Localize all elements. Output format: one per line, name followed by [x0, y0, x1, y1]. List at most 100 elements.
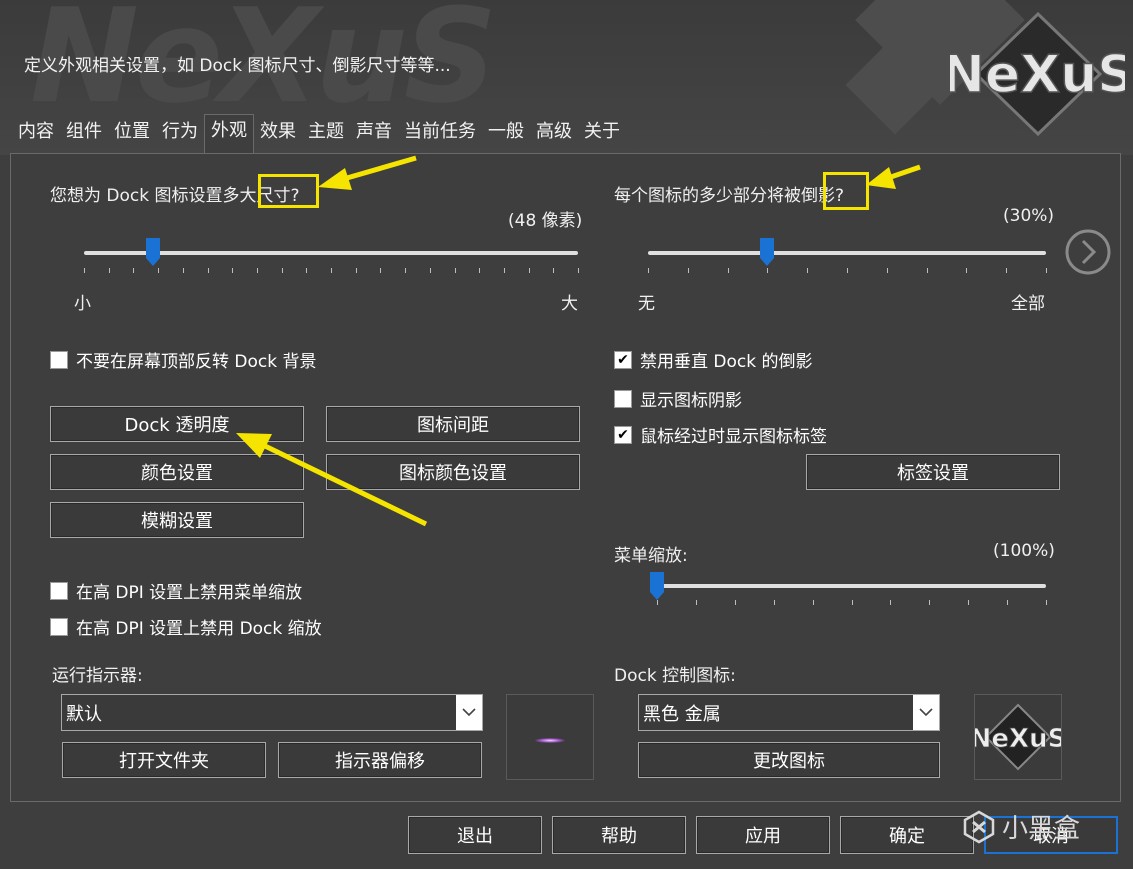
disable-dock-scaling-label: 在高 DPI 设置上禁用 Dock 缩放 [76, 619, 322, 639]
label-settings-button[interactable]: 标签设置 [806, 454, 1060, 490]
indicator-preview [506, 694, 594, 780]
logo-text: NeXuS [975, 724, 1061, 754]
exit-button[interactable]: 退出 [408, 816, 542, 854]
run-indicator-value: 默认 [66, 704, 102, 725]
slider-tick [657, 600, 658, 605]
slider-tick [331, 268, 332, 273]
tab-5[interactable]: 效果 [254, 118, 302, 154]
icon-size-slider-thumb[interactable] [146, 238, 161, 266]
slider-tick [454, 268, 456, 273]
reflection-slider-thumb[interactable] [760, 238, 775, 266]
run-indicator-label: 运行指示器: [52, 666, 143, 686]
show-labels-on-hover-checkbox[interactable]: ✔ 鼠标经过时显示图标标签 [614, 422, 827, 447]
slider-tick [807, 268, 809, 273]
logo-text: NeXuS [950, 45, 1125, 105]
slider-tick [528, 268, 530, 273]
open-folder-button[interactable]: 打开文件夹 [62, 742, 266, 778]
indicator-glow [535, 738, 565, 743]
slider-tick [890, 600, 892, 605]
tab-11[interactable]: 关于 [578, 118, 626, 154]
slider-tick [695, 600, 697, 605]
nexus-logo: NeXuS [950, 12, 1125, 137]
icon-size-min-label: 小 [74, 294, 91, 314]
slider-tick [429, 268, 431, 273]
ok-button[interactable]: 确定 [840, 816, 974, 854]
slider-tick [232, 268, 234, 273]
help-button[interactable]: 帮助 [552, 816, 686, 854]
dock-control-icon-label: Dock 控制图标: [614, 666, 736, 686]
blur-settings-button[interactable]: 模糊设置 [50, 502, 304, 538]
tab-1[interactable]: 组件 [60, 118, 108, 154]
chevron-down-icon[interactable] [913, 695, 939, 730]
slider-tick [1046, 268, 1047, 273]
slider-tick [553, 268, 555, 273]
slider-tick [687, 268, 689, 273]
tab-8[interactable]: 当前任务 [398, 118, 482, 154]
icon-color-settings-button[interactable]: 图标颜色设置 [326, 454, 580, 490]
checkbox-box[interactable]: ✔ [614, 350, 632, 369]
menu-scale-slider-track[interactable] [657, 584, 1046, 588]
chevron-right-icon[interactable] [1064, 228, 1112, 276]
slider-tick [929, 600, 931, 605]
slider-tick [847, 268, 848, 273]
tab-4[interactable]: 外观 [204, 114, 254, 153]
slider-tick [926, 268, 928, 273]
tab-3[interactable]: 行为 [156, 118, 204, 154]
slider-tick [503, 268, 505, 273]
show-icon-shadow-label: 显示图标阴影 [640, 391, 742, 411]
invert-bg-label: 不要在屏幕顶部反转 Dock 背景 [76, 352, 317, 372]
reflection-ticks [648, 268, 1047, 274]
show-icon-shadow-checkbox[interactable]: 显示图标阴影 [614, 386, 742, 411]
chevron-down-icon[interactable] [456, 695, 482, 730]
menu-scale-label: 菜单缩放: [614, 546, 688, 566]
tab-9[interactable]: 一般 [482, 118, 530, 154]
dock-control-icon-select[interactable]: 黑色 金属 [638, 694, 940, 731]
disable-menu-scaling-checkbox[interactable]: 在高 DPI 设置上禁用菜单缩放 [50, 578, 302, 603]
slider-tick [158, 268, 160, 273]
menu-scale-ticks [657, 600, 1047, 606]
watermark: 小黑盒 [962, 808, 1080, 845]
tab-2[interactable]: 位置 [108, 118, 156, 154]
reflection-question: 每个图标的多少部分将被倒影? [614, 186, 845, 206]
menu-scale-value: (100%) [993, 541, 1055, 561]
slider-tick [281, 268, 283, 273]
dock-transparency-button[interactable]: Dock 透明度 [50, 406, 304, 442]
run-indicator-select[interactable]: 默认 [61, 694, 483, 731]
checkbox-box[interactable] [614, 389, 632, 408]
tab-7[interactable]: 声音 [350, 118, 398, 154]
slider-tick [355, 268, 357, 273]
menu-scale-slider-thumb[interactable] [650, 572, 664, 600]
show-labels-on-hover-label: 鼠标经过时显示图标标签 [640, 427, 827, 447]
slider-tick [1006, 268, 1008, 273]
apply-button[interactable]: 应用 [696, 816, 830, 854]
change-icon-button[interactable]: 更改图标 [638, 742, 940, 778]
slider-tick [405, 268, 407, 273]
indicator-offset-button[interactable]: 指示器偏移 [278, 742, 482, 778]
disable-vertical-reflection-checkbox[interactable]: ✔ 禁用垂直 Dock 的倒影 [614, 347, 813, 372]
icon-spacing-button[interactable]: 图标间距 [326, 406, 580, 442]
slider-tick [727, 268, 729, 273]
slider-tick [968, 600, 970, 605]
color-settings-button[interactable]: 颜色设置 [50, 454, 304, 490]
annotation-highlight-box [823, 172, 869, 210]
slider-tick [1007, 600, 1009, 605]
tab-6[interactable]: 主题 [302, 118, 350, 154]
invert-bg-checkbox[interactable]: 不要在屏幕顶部反转 Dock 背景 [50, 347, 317, 372]
slider-tick [182, 268, 184, 273]
checkbox-box[interactable] [50, 617, 68, 636]
slider-tick [648, 268, 649, 273]
tab-10[interactable]: 高级 [530, 118, 578, 154]
tab-bar: 内容 组件 位置 行为 外观 效果 主题 声音 当前任务 一般 高级 关于 [12, 114, 626, 154]
checkbox-box[interactable] [50, 581, 68, 600]
disable-vertical-reflection-label: 禁用垂直 Dock 的倒影 [640, 352, 813, 372]
checkbox-box[interactable] [50, 350, 68, 369]
slider-tick [767, 268, 769, 273]
slider-tick [479, 268, 481, 273]
reflection-slider-track[interactable] [648, 251, 1046, 255]
disable-dock-scaling-checkbox[interactable]: 在高 DPI 设置上禁用 Dock 缩放 [50, 614, 322, 639]
tab-0[interactable]: 内容 [12, 118, 60, 154]
checkbox-box[interactable]: ✔ [614, 425, 632, 444]
reflection-value: (30%) [1003, 206, 1055, 226]
dock-control-icon-preview: NeXuS [969, 694, 1067, 780]
slider-tick [256, 268, 258, 273]
